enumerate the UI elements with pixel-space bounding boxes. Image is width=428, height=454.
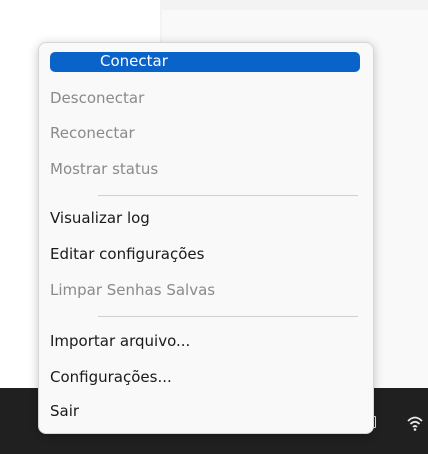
menu-item-label: Conectar <box>100 52 168 70</box>
menu-item-label: Limpar Senhas Salvas <box>50 281 216 299</box>
menu-item-visualizar-log[interactable]: Visualizar log <box>0 206 310 230</box>
menu-item-label: Configurações... <box>50 368 172 386</box>
menu-item-importar-arquivo[interactable]: Importar arquivo... <box>0 329 310 353</box>
menu-item-editar-configuracoes[interactable]: Editar configurações <box>0 242 310 266</box>
wifi-icon[interactable] <box>402 410 428 434</box>
menu-item-label: Mostrar status <box>50 160 159 178</box>
menu-item-reconectar[interactable]: Reconectar <box>0 121 310 145</box>
menu-item-label: Importar arquivo... <box>50 332 191 350</box>
menu-item-sair[interactable]: Sair <box>0 399 310 423</box>
menu-item-label: Visualizar log <box>50 209 150 227</box>
menu-item-label: Sair <box>50 402 80 420</box>
menu-item-label: Editar configurações <box>50 245 205 263</box>
menu-separator <box>98 316 358 317</box>
menu-item-desconectar[interactable]: Desconectar <box>0 86 310 110</box>
menu-item-conectar[interactable]: Conectar <box>50 52 360 72</box>
menu-item-label: Reconectar <box>50 124 135 142</box>
menu-separator <box>98 195 358 196</box>
menu-item-limpar-senhas[interactable]: Limpar Senhas Salvas <box>0 278 310 302</box>
menu-item-mostrar-status[interactable]: Mostrar status <box>0 157 310 181</box>
menu-item-label: Desconectar <box>50 89 145 107</box>
menu-item-configuracoes[interactable]: Configurações... <box>0 365 310 389</box>
